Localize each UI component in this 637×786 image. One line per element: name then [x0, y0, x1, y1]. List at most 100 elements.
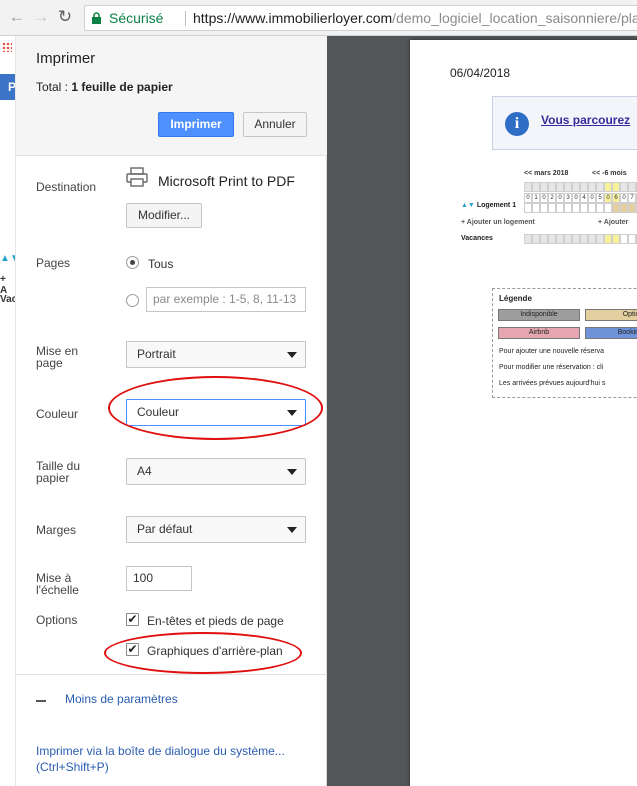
page-text-fragment-3: Vac — [0, 294, 16, 305]
margins-label: Marges — [36, 523, 77, 537]
lodging-row-name: Logement 1 — [476, 202, 517, 209]
color-select-value: Couleur — [137, 405, 180, 419]
change-destination-button[interactable]: Modifier... — [126, 203, 202, 228]
calendar-cell[interactable] — [564, 203, 572, 213]
pages-all-label: Tous — [148, 257, 174, 271]
arrow-left-icon[interactable]: ← — [8, 8, 26, 26]
paper-size-select[interactable]: A4 — [126, 458, 306, 485]
system-dialog-shortcut: (Ctrl+Shift+P) — [36, 760, 109, 774]
calendar-day-number: 0 — [620, 193, 628, 203]
calendar-cell[interactable] — [564, 182, 572, 192]
calendar-cell[interactable] — [612, 203, 620, 213]
calendar-cell[interactable] — [628, 203, 636, 213]
address-separator — [185, 11, 186, 26]
calendar-cell[interactable] — [620, 234, 628, 244]
calendar-cell[interactable] — [580, 182, 588, 192]
reload-icon[interactable]: ↻ — [56, 8, 74, 26]
calendar-cell[interactable] — [572, 203, 580, 213]
calendar-day-number: 4 — [580, 193, 588, 203]
print-preview[interactable]: 06/04/2018 i Vous parcourez << mars 2018… — [327, 36, 637, 786]
pages-all-radio[interactable] — [126, 256, 139, 269]
print-dialog-header: Imprimer Total : 1 feuille de papier Imp… — [16, 36, 327, 156]
pages-custom-radio[interactable] — [126, 294, 139, 307]
months-back-link[interactable]: << -6 mois — [592, 170, 627, 177]
info-link[interactable]: Vous parcourez — [541, 113, 630, 127]
apps-grid-icon — [2, 42, 12, 52]
calendar-cell[interactable] — [628, 182, 636, 192]
calendar-cell[interactable] — [524, 203, 532, 213]
arrow-right-icon[interactable]: → — [32, 8, 50, 26]
calendar-cell[interactable] — [540, 182, 548, 192]
page-header-fragment: P — [0, 74, 15, 100]
calendar-cell[interactable] — [588, 203, 596, 213]
headers-footers-checkbox[interactable]: ✔ — [126, 613, 139, 626]
calendar-day-number: 7 — [628, 193, 636, 203]
calendar-cell[interactable] — [564, 234, 572, 244]
calendar-cell[interactable] — [572, 182, 580, 192]
add-lodging-link[interactable]: + Ajouter un logement — [461, 219, 535, 226]
calendar-cell[interactable] — [532, 203, 540, 213]
paper-size-label: Taille du papier — [36, 459, 81, 485]
lodging-row-label: ▲▼ Logement 1 — [461, 202, 517, 209]
legend-line-3: Les arrivées prévues aujourd'hui s — [499, 380, 606, 387]
calendar-cell[interactable] — [524, 234, 532, 244]
calendar-cell[interactable] — [540, 203, 548, 213]
calendar-cell[interactable] — [556, 182, 564, 192]
layout-select-value: Portrait — [137, 347, 176, 361]
calendar-cell[interactable] — [604, 234, 612, 244]
calendar-cell[interactable] — [612, 234, 620, 244]
layout-select[interactable]: Portrait — [126, 341, 306, 368]
info-banner: i Vous parcourez — [492, 96, 637, 150]
calendar-cell[interactable] — [620, 182, 628, 192]
scale-input[interactable]: 100 — [126, 566, 192, 591]
print-button[interactable]: Imprimer — [158, 112, 234, 137]
calendar-cell[interactable] — [580, 234, 588, 244]
margins-select[interactable]: Par défaut — [126, 516, 306, 543]
sheet-total: Total : 1 feuille de papier — [36, 80, 173, 94]
calendar-cell[interactable] — [548, 182, 556, 192]
calendar-cell[interactable] — [556, 203, 564, 213]
preview-date: 06/04/2018 — [450, 66, 511, 80]
calendar-cell[interactable] — [596, 234, 604, 244]
calendar-cell[interactable] — [628, 234, 636, 244]
minus-icon[interactable] — [36, 700, 46, 702]
address-bar[interactable]: Sécurisé https://www.immobilierloyer.com… — [84, 5, 637, 31]
paper-size-select-value: A4 — [137, 464, 152, 478]
preview-page: 06/04/2018 i Vous parcourez << mars 2018… — [410, 40, 637, 786]
calendar-day-number: 0 — [540, 193, 548, 203]
calendar-cell[interactable] — [532, 182, 540, 192]
calendar-cell[interactable] — [572, 234, 580, 244]
calendar-cell[interactable] — [596, 182, 604, 192]
color-select[interactable]: Couleur — [126, 399, 306, 426]
pages-label: Pages — [36, 256, 71, 270]
calendar-cell[interactable] — [556, 234, 564, 244]
calendar-cell[interactable] — [580, 203, 588, 213]
legend-title: Légende — [499, 294, 532, 303]
calendar-cell[interactable] — [548, 203, 556, 213]
cancel-button[interactable]: Annuler — [243, 112, 307, 137]
chevron-down-icon — [287, 469, 297, 475]
calendar-cell[interactable] — [540, 234, 548, 244]
calendar-cell[interactable] — [588, 234, 596, 244]
chevron-down-icon — [287, 527, 297, 533]
calendar-cell[interactable] — [548, 234, 556, 244]
calendar-day-number: 0 — [604, 193, 612, 203]
calendar-day-number: 0 — [556, 193, 564, 203]
add-other-link[interactable]: + Ajouter — [598, 219, 628, 226]
background-graphics-checkbox[interactable]: ✔ — [126, 643, 139, 656]
system-dialog-link[interactable]: Imprimer via la boîte de dialogue du sys… — [36, 744, 285, 758]
legend-box: Légende Indisponible Option Airbnb Booki… — [492, 288, 637, 398]
month-prev-link[interactable]: << mars 2018 — [524, 170, 568, 177]
calendar-cell[interactable] — [596, 203, 604, 213]
calendar-cell[interactable] — [620, 203, 628, 213]
calendar-cell[interactable] — [532, 234, 540, 244]
url-text: https://www.immobilierloyer.com/demo_log… — [193, 6, 637, 30]
calendar-cell[interactable] — [588, 182, 596, 192]
pages-range-input[interactable]: par exemple : 1-5, 8, 11-13 — [146, 287, 306, 312]
calendar-cell[interactable] — [524, 182, 532, 192]
calendar-cell[interactable] — [604, 203, 612, 213]
calendar-cell[interactable] — [604, 182, 612, 192]
less-settings-link[interactable]: Moins de paramètres — [65, 692, 178, 706]
print-dialog: Imprimer Total : 1 feuille de papier Imp… — [16, 36, 327, 786]
calendar-cell[interactable] — [612, 182, 620, 192]
